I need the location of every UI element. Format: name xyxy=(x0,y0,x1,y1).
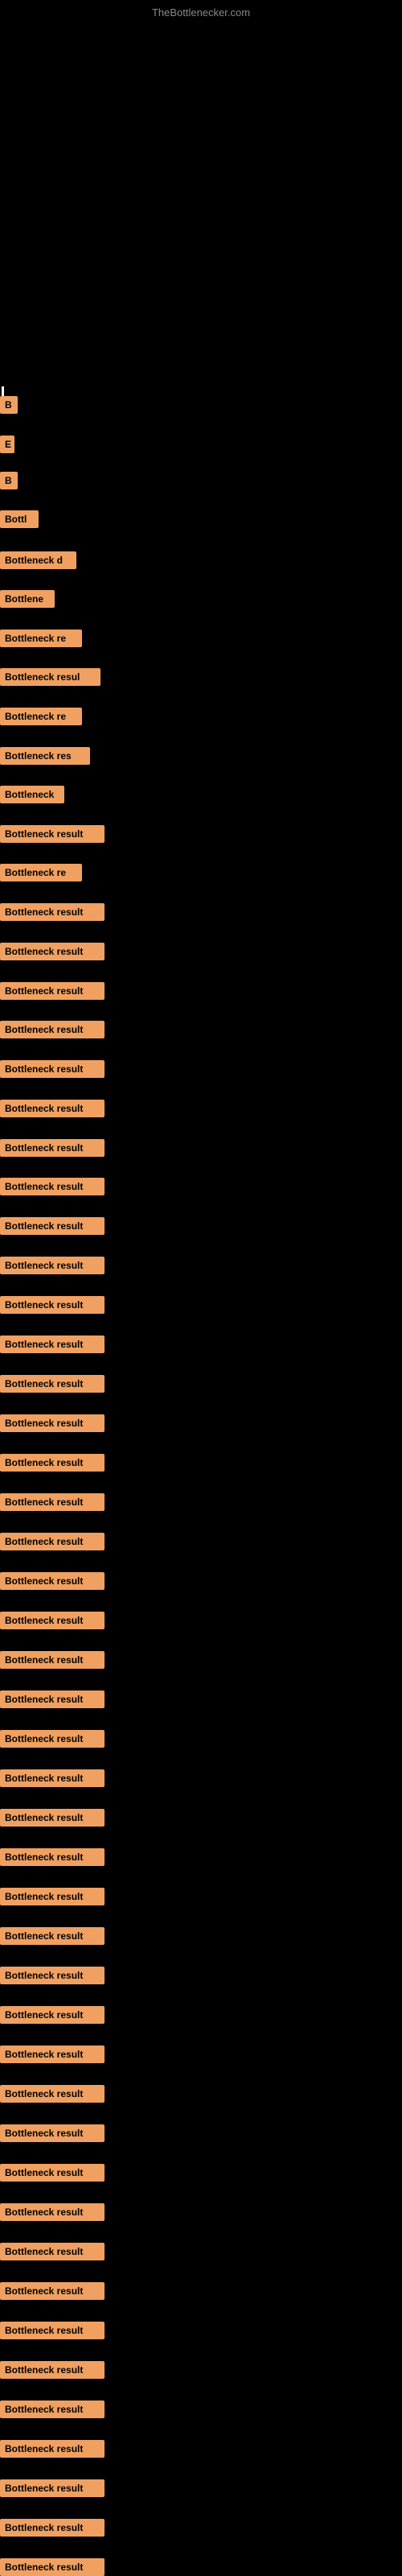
label-51: Bottleneck result xyxy=(0,2361,105,2379)
label-48: Bottleneck result xyxy=(0,2243,105,2260)
label-38: Bottleneck result xyxy=(0,1848,105,1866)
label-18: Bottleneck result xyxy=(0,1060,105,1078)
label-9: Bottleneck re xyxy=(0,708,82,725)
label-33: Bottleneck result xyxy=(0,1651,105,1669)
label-43: Bottleneck result xyxy=(0,2046,105,2063)
label-53: Bottleneck result xyxy=(0,2440,105,2458)
label-3: B xyxy=(0,472,18,489)
label-30: Bottleneck result xyxy=(0,1533,105,1550)
label-41: Bottleneck result xyxy=(0,1967,105,1984)
label-14: Bottleneck result xyxy=(0,903,105,921)
label-34: Bottleneck result xyxy=(0,1690,105,1708)
label-36: Bottleneck result xyxy=(0,1769,105,1787)
label-52: Bottleneck result xyxy=(0,2401,105,2418)
label-31: Bottleneck result xyxy=(0,1572,105,1590)
label-27: Bottleneck result xyxy=(0,1414,105,1432)
label-47: Bottleneck result xyxy=(0,2203,105,2221)
label-32: Bottleneck result xyxy=(0,1612,105,1629)
label-37: Bottleneck result xyxy=(0,1809,105,1827)
label-45: Bottleneck result xyxy=(0,2124,105,2142)
label-12: Bottleneck result xyxy=(0,825,105,843)
label-17: Bottleneck result xyxy=(0,1021,105,1038)
label-49: Bottleneck result xyxy=(0,2282,105,2300)
label-20: Bottleneck result xyxy=(0,1139,105,1157)
label-4: Bottl xyxy=(0,510,39,528)
label-10: Bottleneck res xyxy=(0,747,90,765)
label-26: Bottleneck result xyxy=(0,1375,105,1393)
label-55: Bottleneck result xyxy=(0,2519,105,2537)
vertical-line xyxy=(2,386,4,396)
label-1: B xyxy=(0,396,18,414)
label-35: Bottleneck result xyxy=(0,1730,105,1748)
label-46: Bottleneck result xyxy=(0,2164,105,2182)
label-44: Bottleneck result xyxy=(0,2085,105,2103)
label-25: Bottleneck result xyxy=(0,1335,105,1353)
label-39: Bottleneck result xyxy=(0,1888,105,1905)
label-8: Bottleneck resul xyxy=(0,668,100,686)
label-2: E xyxy=(0,436,14,453)
label-16: Bottleneck result xyxy=(0,982,105,1000)
label-40: Bottleneck result xyxy=(0,1927,105,1945)
label-56: Bottleneck result xyxy=(0,2558,105,2576)
label-29: Bottleneck result xyxy=(0,1493,105,1511)
label-54: Bottleneck result xyxy=(0,2479,105,2497)
label-6: Bottlene xyxy=(0,590,55,608)
label-19: Bottleneck result xyxy=(0,1100,105,1117)
label-23: Bottleneck result xyxy=(0,1257,105,1274)
label-50: Bottleneck result xyxy=(0,2322,105,2339)
label-11: Bottleneck xyxy=(0,786,64,803)
label-24: Bottleneck result xyxy=(0,1296,105,1314)
label-21: Bottleneck result xyxy=(0,1178,105,1195)
label-13: Bottleneck re xyxy=(0,864,82,881)
label-28: Bottleneck result xyxy=(0,1454,105,1472)
label-22: Bottleneck result xyxy=(0,1217,105,1235)
label-7: Bottleneck re xyxy=(0,630,82,647)
site-title: TheBottlenecker.com xyxy=(152,6,250,19)
label-15: Bottleneck result xyxy=(0,943,105,960)
label-42: Bottleneck result xyxy=(0,2006,105,2024)
label-5: Bottleneck d xyxy=(0,551,76,569)
